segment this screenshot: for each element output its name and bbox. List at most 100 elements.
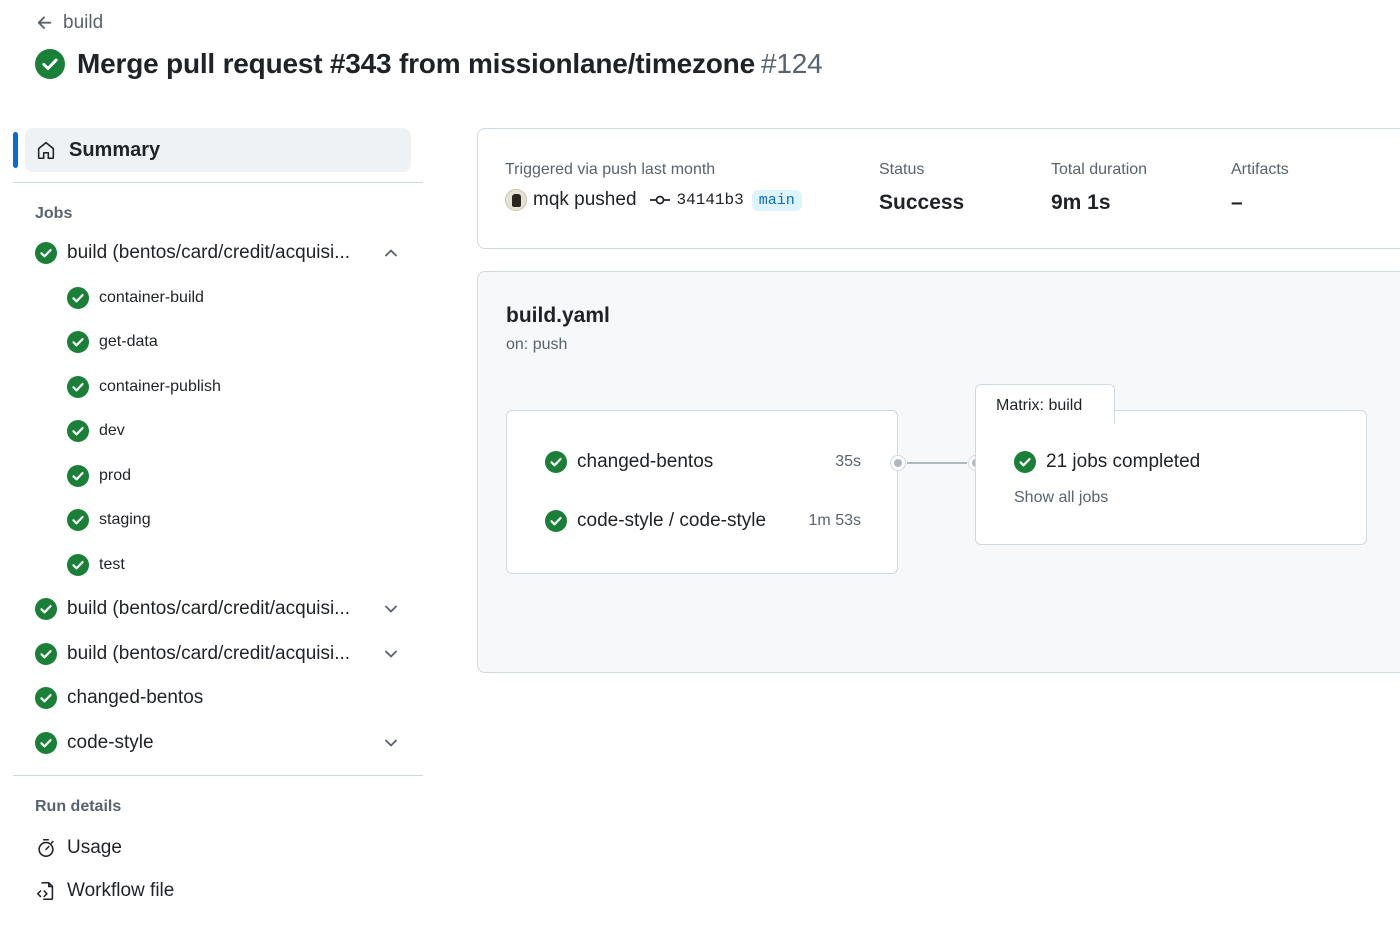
success-check-icon [35, 598, 57, 621]
workflow-name: build.yaml [506, 304, 610, 327]
success-check-icon [67, 553, 89, 576]
branch-badge[interactable]: main [751, 189, 802, 211]
duration-info: Total duration 9m 1s [1051, 161, 1147, 215]
sidebar-subjob-test[interactable]: test [13, 543, 423, 588]
success-check-icon [67, 509, 89, 532]
workflow-trigger: on: push [506, 336, 568, 353]
arrow-left-icon [37, 16, 52, 29]
back-link[interactable]: build [35, 12, 103, 34]
sidebar-subjob-container-build[interactable]: container-build [13, 276, 423, 321]
matrix-tab: Matrix: build [975, 384, 1115, 424]
trigger-row: mqk pushed 34141b3 main [505, 189, 802, 211]
job-label: changed-bentos [67, 687, 204, 709]
success-check-icon [35, 731, 57, 754]
success-check-icon [545, 510, 567, 532]
sidebar: Summary Jobs build (bentos/card/credit/a… [13, 128, 423, 912]
matrix-box: 21 jobs completed Show all jobs [975, 410, 1367, 545]
success-check-icon [35, 687, 57, 710]
success-check-icon [35, 642, 57, 665]
git-commit-icon [649, 195, 670, 205]
job-label: code-style [67, 731, 154, 753]
home-icon [37, 141, 55, 160]
graph-job-duration: 35s [835, 453, 861, 470]
subjob-label: test [99, 555, 125, 573]
artifacts-info: Artifacts – [1231, 161, 1289, 215]
sidebar-job-build-2[interactable]: build (bentos/card/credit/acquisi... [13, 587, 423, 632]
success-check-icon [1014, 451, 1036, 473]
sidebar-job-build-1[interactable]: build (bentos/card/credit/acquisi... [13, 231, 423, 276]
chevron-down-icon[interactable] [381, 599, 401, 619]
divider [13, 182, 423, 183]
graph-job-name: changed-bentos [577, 451, 714, 472]
success-check-icon [67, 420, 89, 443]
job-label: build (bentos/card/credit/acquisi... [67, 642, 351, 664]
success-check-icon [67, 375, 89, 398]
subjob-label: prod [99, 466, 132, 484]
success-check-icon [35, 49, 65, 79]
success-check-icon [67, 331, 89, 354]
success-check-icon [67, 464, 89, 487]
matrix-summary: 21 jobs completed [1014, 451, 1200, 473]
status-label: Status [879, 161, 925, 178]
page-title-text: Merge pull request #343 from missionlane… [77, 48, 755, 79]
graph-job-code-style[interactable]: code-style / code-style 1m 53s [545, 510, 861, 532]
success-check-icon [35, 242, 57, 265]
chevron-up-icon[interactable] [381, 243, 401, 263]
sidebar-subjob-container-publish[interactable]: container-publish [13, 365, 423, 410]
success-check-icon [545, 451, 567, 473]
sidebar-item-usage[interactable]: Usage [13, 826, 423, 869]
sidebar-summary-label: Summary [69, 138, 161, 161]
sidebar-item-workflow-file[interactable]: Workflow file [13, 869, 423, 912]
job-label: build (bentos/card/credit/acquisi... [67, 242, 351, 264]
graph-job-duration: 1m 53s [808, 512, 861, 529]
sidebar-subjob-prod[interactable]: prod [13, 454, 423, 499]
commit-sha-link[interactable]: 34141b3 [677, 191, 744, 209]
workflow-graph-card: build.yaml on: push changed-bentos 35s c… [477, 271, 1400, 673]
status-value: Success [879, 191, 965, 214]
duration-label: Total duration [1051, 161, 1148, 178]
sidebar-job-changed-bentos[interactable]: changed-bentos [13, 676, 423, 721]
graph-connector [891, 456, 983, 470]
sidebar-subjob-get-data[interactable]: get-data [13, 320, 423, 365]
workflow-file-label: Workflow file [67, 879, 175, 901]
subjob-label: get-data [99, 333, 158, 351]
file-code-icon [36, 881, 54, 900]
connector-line [907, 462, 967, 464]
trigger-info: Triggered via push last month mqk pushed… [505, 161, 802, 211]
job-group-box: changed-bentos 35s code-style / code-sty… [506, 410, 898, 574]
artifacts-label: Artifacts [1231, 161, 1289, 178]
graph-job-name: code-style / code-style [577, 510, 767, 531]
divider [13, 775, 423, 776]
sidebar-job-build-3[interactable]: build (bentos/card/credit/acquisi... [13, 632, 423, 677]
chevron-down-icon[interactable] [381, 733, 401, 753]
page-title-row: Merge pull request #343 from missionlane… [35, 48, 823, 80]
avatar[interactable] [505, 189, 527, 211]
matrix-summary-text: 21 jobs completed [1046, 451, 1201, 472]
connector-dot [891, 456, 905, 470]
back-link-label: build [63, 12, 104, 33]
triggered-label: Triggered via push last month [505, 161, 716, 178]
run-info-card: Triggered via push last month mqk pushed… [477, 128, 1400, 249]
subjob-label: container-publish [99, 377, 221, 395]
usage-label: Usage [67, 836, 122, 858]
run-details-heading: Run details [35, 798, 122, 815]
pusher-text[interactable]: mqk pushed [533, 189, 637, 211]
run-number: #124 [760, 48, 823, 79]
sidebar-subjob-staging[interactable]: staging [13, 498, 423, 543]
subjob-label: container-build [99, 288, 204, 306]
stopwatch-icon [38, 838, 54, 857]
chevron-down-icon[interactable] [381, 644, 401, 664]
job-label: build (bentos/card/credit/acquisi... [67, 598, 351, 620]
sidebar-subjob-dev[interactable]: dev [13, 409, 423, 454]
status-info: Status Success [879, 161, 964, 215]
sidebar-job-code-style[interactable]: code-style [13, 721, 423, 766]
jobs-heading: Jobs [35, 205, 73, 222]
subjob-label: staging [99, 511, 151, 529]
sidebar-item-summary[interactable]: Summary [13, 128, 411, 172]
graph-job-changed-bentos[interactable]: changed-bentos 35s [545, 451, 861, 473]
subjob-label: dev [99, 422, 125, 440]
show-all-jobs-link[interactable]: Show all jobs [1014, 489, 1108, 507]
artifacts-value: – [1231, 191, 1243, 214]
success-check-icon [67, 286, 89, 309]
page-title: Merge pull request #343 from missionlane… [77, 48, 823, 80]
